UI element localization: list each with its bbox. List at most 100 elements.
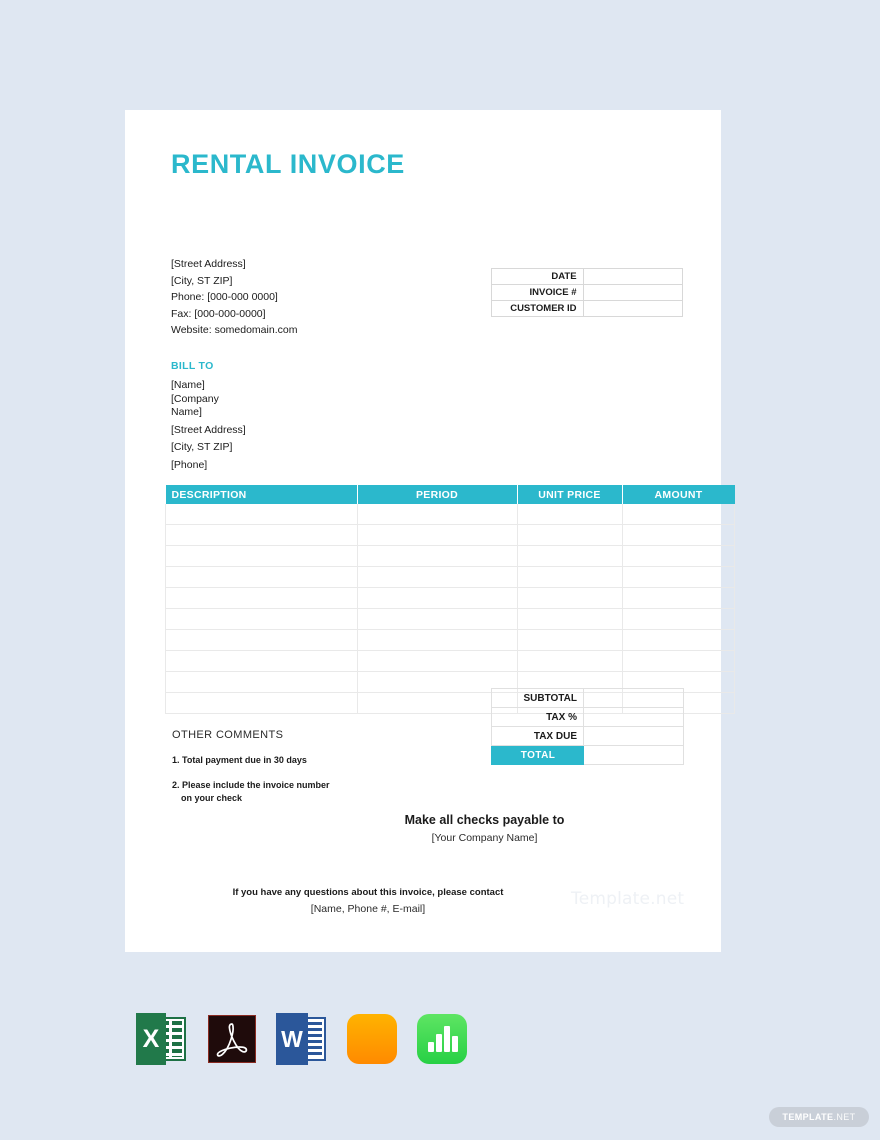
template-net-badge[interactable]: TEMPLATE .NET — [769, 1107, 869, 1127]
comment-item-2-line2: on your check — [181, 792, 243, 803]
meta-row-invoice-number: INVOICE # — [492, 285, 683, 301]
word-letter: W — [281, 1025, 303, 1052]
totals-value[interactable] — [583, 688, 684, 708]
totals-label: TAX % — [491, 707, 584, 727]
table-row — [165, 524, 735, 546]
totals-body: SUBTOTAL TAX % TAX DUE TOTAL — [491, 688, 684, 765]
meta-value-customer-id[interactable] — [583, 301, 683, 317]
table-cell[interactable] — [621, 650, 735, 672]
meta-row-date: DATE — [492, 269, 683, 285]
numbers-bar-1 — [428, 1042, 434, 1052]
table-cell[interactable] — [516, 504, 623, 525]
table-cell[interactable] — [516, 587, 623, 609]
numbers-bar-4 — [452, 1036, 458, 1052]
word-icon[interactable]: W — [276, 1013, 328, 1065]
line-items-body — [165, 504, 735, 714]
table-row — [165, 608, 735, 630]
line-items-table: DESCRIPTION PERIOD UNIT PRICE AMOUNT — [165, 485, 735, 714]
totals-table: SUBTOTAL TAX % TAX DUE TOTAL — [491, 688, 684, 765]
contact-details: [Name, Phone #, E-mail] — [310, 903, 426, 915]
table-cell[interactable] — [516, 545, 623, 567]
sender-fax: Fax: [000-000-0000] — [171, 307, 266, 320]
table-cell[interactable] — [165, 524, 358, 546]
apple-pages-icon[interactable] — [346, 1013, 398, 1065]
table-row — [165, 587, 735, 609]
bill-to-block: [Name] [Company Name] [Street Address] [… — [171, 379, 321, 473]
invoice-card: RENTAL INVOICE [Street Address] [City, S… — [125, 110, 735, 952]
table-cell[interactable] — [165, 671, 358, 693]
meta-value-invoice-number[interactable] — [583, 285, 683, 301]
table-cell[interactable] — [516, 629, 623, 651]
table-cell[interactable] — [621, 566, 735, 588]
table-cell[interactable] — [356, 650, 518, 672]
apple-numbers-icon[interactable] — [416, 1013, 468, 1065]
totals-label: TOTAL — [491, 745, 584, 765]
table-cell[interactable] — [356, 504, 518, 525]
totals-row: SUBTOTAL — [491, 688, 684, 708]
table-cell[interactable] — [165, 504, 358, 525]
table-cell[interactable] — [165, 629, 358, 651]
table-cell[interactable] — [165, 545, 358, 567]
bill-to-company-line1: [Company — [171, 392, 219, 405]
totals-value[interactable] — [583, 726, 684, 746]
table-row — [165, 545, 735, 567]
table-row — [165, 504, 735, 525]
table-cell[interactable] — [516, 608, 623, 630]
acrobat-glyph — [216, 1023, 248, 1057]
table-cell[interactable] — [516, 650, 623, 672]
numbers-bar-3 — [444, 1026, 450, 1052]
table-cell[interactable] — [621, 608, 735, 630]
table-row — [165, 650, 735, 672]
bill-to-heading: BILL TO — [171, 360, 214, 372]
bill-to-city-state-zip: [City, ST ZIP] — [171, 441, 233, 454]
excel-letter: X — [142, 1024, 160, 1053]
table-cell[interactable] — [356, 629, 518, 651]
sender-address-block: [Street Address] [City, ST ZIP] Phone: [… — [171, 256, 297, 339]
column-header-amount: AMOUNT — [622, 485, 735, 504]
sender-city-state-zip: [City, ST ZIP] — [171, 274, 233, 287]
table-cell[interactable] — [356, 545, 518, 567]
numbers-background-shape — [417, 1014, 467, 1064]
totals-label: SUBTOTAL — [491, 688, 584, 708]
table-cell[interactable] — [165, 692, 358, 714]
meta-label-date: DATE — [492, 269, 584, 285]
table-cell[interactable] — [621, 504, 735, 525]
column-header-unit-price: UNIT PRICE — [517, 485, 623, 504]
payable-company-name: [Your Company Name] — [431, 832, 538, 844]
table-cell[interactable] — [165, 650, 358, 672]
template-watermark: Template.net — [571, 889, 685, 909]
table-row — [165, 566, 735, 588]
comment-item-1: 1. Total payment due in 30 days — [172, 755, 307, 765]
column-header-description: DESCRIPTION — [165, 485, 358, 504]
table-cell[interactable] — [516, 566, 623, 588]
meta-row-customer-id: CUSTOMER ID — [492, 301, 683, 317]
table-cell[interactable] — [356, 608, 518, 630]
excel-icon[interactable]: X — [136, 1013, 188, 1065]
payable-block: Make all checks payable to [Your Company… — [125, 813, 721, 844]
payable-heading: Make all checks payable to — [404, 813, 565, 827]
pages-background-shape — [347, 1014, 397, 1064]
totals-value[interactable] — [583, 745, 684, 765]
table-cell[interactable] — [621, 524, 735, 546]
sender-website: Website: somedomain.com — [171, 324, 298, 337]
table-cell[interactable] — [356, 566, 518, 588]
table-cell[interactable] — [356, 524, 518, 546]
table-cell[interactable] — [621, 587, 735, 609]
sender-phone: Phone: [000-000 0000] — [171, 291, 278, 304]
numbers-bar-2 — [436, 1034, 442, 1052]
pdf-icon[interactable] — [206, 1013, 258, 1065]
table-cell[interactable] — [356, 587, 518, 609]
sender-street: [Street Address] — [171, 258, 246, 270]
table-cell[interactable] — [621, 629, 735, 651]
table-cell[interactable] — [165, 566, 358, 588]
bill-to-company-line2: Name] — [171, 406, 202, 419]
totals-value[interactable] — [583, 707, 684, 727]
contact-question-text: If you have any questions about this inv… — [232, 887, 504, 898]
table-cell[interactable] — [165, 587, 358, 609]
meta-value-date[interactable] — [583, 269, 683, 285]
table-cell[interactable] — [516, 524, 623, 546]
totals-label: TAX DUE — [491, 726, 584, 746]
meta-label-invoice-number: INVOICE # — [492, 285, 584, 301]
table-cell[interactable] — [165, 608, 358, 630]
table-cell[interactable] — [621, 545, 735, 567]
